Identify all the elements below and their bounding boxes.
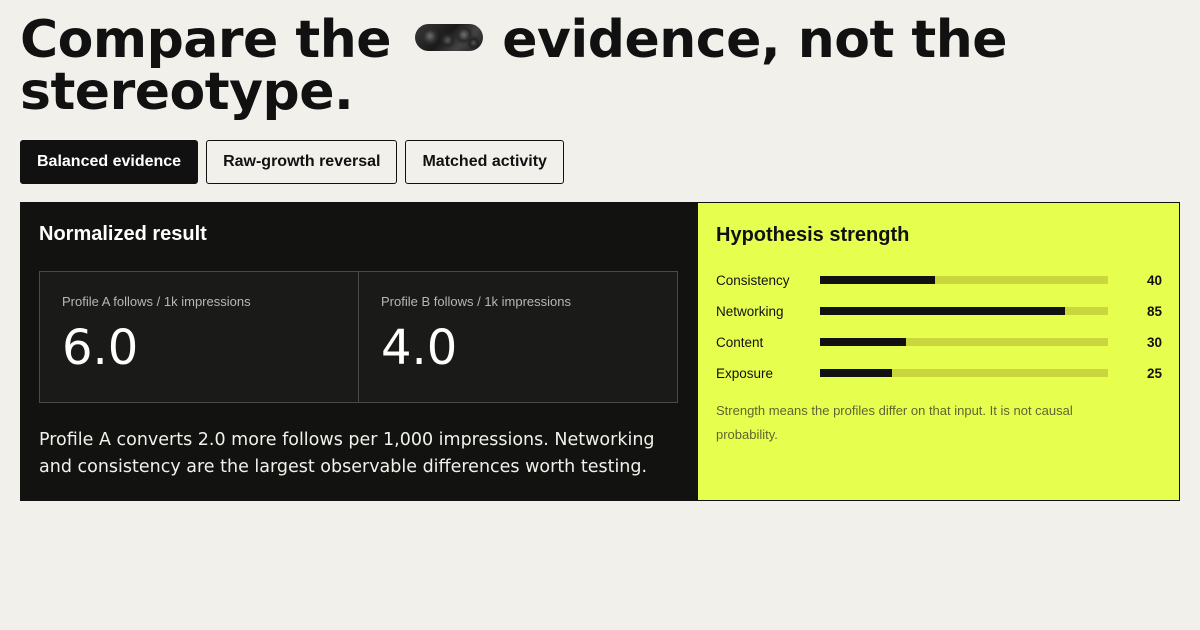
metric-profile-a-value: 6.0 [62,320,139,376]
normalized-result-title: Normalized result [39,223,207,245]
metric-profile-b-label: Profile B follows / 1k impressions [381,294,572,309]
metrics-grid: Profile A follows / 1k impressions 6.0 P… [39,271,678,403]
strength-track-exposure [820,369,1108,377]
strength-label-content: Content [716,335,764,350]
metric-profile-a-label: Profile A follows / 1k impressions [62,294,251,309]
normalized-result-panel: Normalized result Profile A follows / 1k… [20,202,697,501]
strength-fill-consistency [820,276,936,284]
result-summary: Profile A converts 2.0 more follows per … [39,430,655,477]
hypothesis-strength-title: Hypothesis strength [716,224,910,246]
strength-fill-exposure [820,369,892,377]
headline-texture-image [414,24,483,51]
strength-label-exposure: Exposure [716,366,774,381]
metric-profile-b-value: 4.0 [381,320,458,376]
metric-profile-b: Profile B follows / 1k impressions 4.0 [358,272,677,402]
tab-matched-activity[interactable]: Matched activity [405,140,564,184]
strength-track-networking [820,307,1108,315]
strength-row-networking: Networking 85 [716,300,1162,331]
strength-row-exposure: Exposure 25 [716,362,1162,393]
strength-value-networking: 85 [1146,304,1162,319]
page-headline: Compare the evidence, not the stereotype… [20,14,1020,118]
strength-label-networking: Networking [716,304,784,319]
headline-text-start: Compare the [20,10,392,70]
strength-row-consistency: Consistency 40 [716,269,1162,300]
strength-value-content: 30 [1146,335,1162,350]
strength-value-exposure: 25 [1146,366,1162,381]
hypothesis-strength-panel: Hypothesis strength Consistency 40 Netwo… [697,202,1180,501]
strength-track-content [820,338,1108,346]
metric-profile-a: Profile A follows / 1k impressions 6.0 [40,272,358,402]
scenario-tabs: Balanced evidence Raw-growth reversal Ma… [20,140,564,184]
strength-row-content: Content 30 [716,331,1162,362]
strength-value-consistency: 40 [1146,273,1162,288]
tab-raw-growth-reversal[interactable]: Raw-growth reversal [206,140,398,184]
strength-fill-networking [820,307,1065,315]
tab-balanced-evidence[interactable]: Balanced evidence [20,140,199,184]
strength-track-consistency [820,276,1108,284]
strength-label-consistency: Consistency [716,273,790,288]
strength-bars: Consistency 40 Networking 85 Content 30 … [716,269,1162,393]
strength-fill-content [820,338,907,346]
strength-note: Strength means the profiles differ on th… [716,403,1073,442]
